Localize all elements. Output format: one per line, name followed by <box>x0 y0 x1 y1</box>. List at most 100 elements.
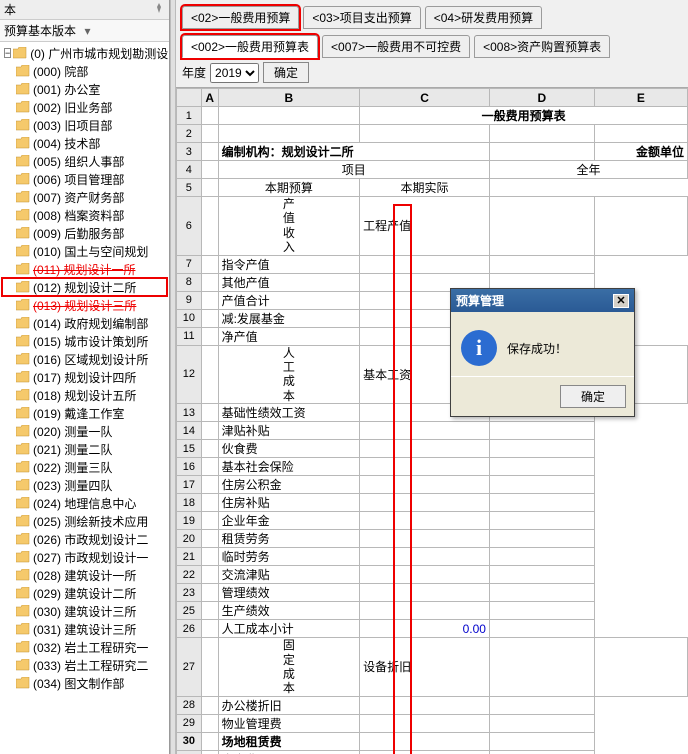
tree-folder[interactable]: (003) 旧项目部 <box>2 116 167 134</box>
budget-cell[interactable] <box>489 197 594 256</box>
item-cell[interactable]: 水电费 <box>218 750 360 754</box>
tree-folder[interactable]: (010) 国土与空间规划 <box>2 242 167 260</box>
tree-folder[interactable]: (005) 组织人事部 <box>2 152 167 170</box>
tree-folder[interactable]: (018) 规划设计五所 <box>2 386 167 404</box>
item-cell[interactable]: 交流津贴 <box>218 566 360 584</box>
item-cell[interactable]: 减:发展基金 <box>218 309 360 327</box>
item-cell[interactable]: 租赁劳务 <box>218 530 360 548</box>
tree-root[interactable]: −(0) 广州市城市规划勘测设 <box>2 44 167 62</box>
actual-cell[interactable] <box>594 197 687 256</box>
item-cell[interactable]: 基础性绩效工资 <box>218 404 360 422</box>
col-header[interactable]: C <box>360 89 490 107</box>
item-cell[interactable]: 伙食费 <box>218 440 360 458</box>
item-cell[interactable]: 其他产值 <box>218 273 360 291</box>
confirm-button[interactable]: 确定 <box>263 62 309 83</box>
item-cell[interactable]: 临时劳务 <box>218 548 360 566</box>
actual-cell[interactable] <box>489 566 594 584</box>
year-select[interactable]: 2019 <box>210 63 259 83</box>
tree-folder[interactable]: (014) 政府规划编制部 <box>2 314 167 332</box>
tree-folder[interactable]: (011) 规划设计一所 <box>2 260 167 278</box>
actual-cell[interactable] <box>489 750 594 754</box>
budget-cell[interactable] <box>360 750 490 754</box>
tree-folder[interactable]: (006) 项目管理部 <box>2 170 167 188</box>
actual-cell[interactable] <box>489 476 594 494</box>
item-cell[interactable]: 企业年金 <box>218 512 360 530</box>
actual-cell[interactable] <box>489 530 594 548</box>
actual-cell[interactable] <box>489 440 594 458</box>
tree-folder[interactable]: (013) 规划设计三所 <box>2 296 167 314</box>
tree-folder[interactable]: (017) 规划设计四所 <box>2 368 167 386</box>
tree-folder[interactable]: (020) 测量一队 <box>2 422 167 440</box>
actual-cell[interactable] <box>489 602 594 620</box>
tree-folder[interactable]: (021) 测量二队 <box>2 440 167 458</box>
tab-sub[interactable]: <008>资产购置预算表 <box>474 35 610 58</box>
tree-folder[interactable]: (015) 城市设计策划所 <box>2 332 167 350</box>
tree-folder[interactable]: (024) 地理信息中心 <box>2 494 167 512</box>
actual-cell[interactable] <box>489 548 594 566</box>
tree-folder[interactable]: (023) 测量四队 <box>2 476 167 494</box>
tree-folder[interactable]: (027) 市政规划设计一 <box>2 548 167 566</box>
tree-folder[interactable]: (004) 技术部 <box>2 134 167 152</box>
ok-button[interactable]: 确定 <box>560 385 626 408</box>
actual-cell[interactable] <box>489 255 594 273</box>
budget-cell[interactable] <box>360 494 490 512</box>
budget-cell[interactable] <box>360 566 490 584</box>
budget-cell[interactable] <box>360 584 490 602</box>
actual-cell[interactable] <box>594 638 687 697</box>
actual-cell[interactable] <box>489 732 594 750</box>
col-header[interactable]: D <box>489 89 594 107</box>
budget-cell[interactable] <box>360 422 490 440</box>
tree-folder[interactable]: (007) 资产财务部 <box>2 188 167 206</box>
col-header[interactable]: B <box>218 89 360 107</box>
budget-cell[interactable] <box>360 458 490 476</box>
tree-folder[interactable]: (002) 旧业务部 <box>2 98 167 116</box>
item-cell[interactable]: 基本社会保险 <box>218 458 360 476</box>
item-cell[interactable]: 管理绩效 <box>218 584 360 602</box>
item-cell[interactable]: 指令产值 <box>218 255 360 273</box>
tab-top[interactable]: <04>研发费用预算 <box>425 6 542 29</box>
item-cell[interactable]: 工程产值 <box>360 197 490 256</box>
tab-sub[interactable]: <007>一般费用不可控费 <box>322 35 470 58</box>
item-cell[interactable]: 津贴补贴 <box>218 422 360 440</box>
actual-cell[interactable] <box>489 620 594 638</box>
budget-cell[interactable] <box>360 476 490 494</box>
col-header[interactable]: E <box>594 89 687 107</box>
version-dropdown[interactable]: 预算基本版本 ▾ <box>0 20 169 42</box>
item-cell[interactable]: 生产绩效 <box>218 602 360 620</box>
tab-sub[interactable]: <002>一般费用预算表 <box>182 35 318 58</box>
budget-cell[interactable] <box>360 440 490 458</box>
tab-top[interactable]: <02>一般费用预算 <box>182 6 299 29</box>
tree-folder[interactable]: (016) 区域规划设计所 <box>2 350 167 368</box>
item-cell[interactable]: 人工成本小计 <box>218 620 360 638</box>
tree-folder[interactable]: (025) 测绘新技术应用 <box>2 512 167 530</box>
tree-folder[interactable]: (033) 岩土工程研究二 <box>2 656 167 674</box>
budget-cell[interactable] <box>360 602 490 620</box>
budget-cell[interactable] <box>360 512 490 530</box>
tree-folder[interactable]: (034) 图文制作部 <box>2 674 167 692</box>
tree-folder[interactable]: (000) 院部 <box>2 62 167 80</box>
tree-folder[interactable]: (032) 岩土工程研究一 <box>2 638 167 656</box>
tree-folder[interactable]: (009) 后勤服务部 <box>2 224 167 242</box>
tree-folder[interactable]: (026) 市政规划设计二 <box>2 530 167 548</box>
budget-cell[interactable] <box>360 714 490 732</box>
actual-cell[interactable] <box>489 512 594 530</box>
item-cell[interactable]: 净产值 <box>218 327 360 345</box>
budget-cell[interactable] <box>360 255 490 273</box>
item-cell[interactable]: 产值合计 <box>218 291 360 309</box>
budget-cell[interactable] <box>360 530 490 548</box>
actual-cell[interactable] <box>489 422 594 440</box>
tree-folder[interactable]: (019) 戴逢工作室 <box>2 404 167 422</box>
tab-top[interactable]: <03>项目支出预算 <box>303 6 420 29</box>
pin-icon[interactable] <box>153 2 165 17</box>
budget-cell[interactable] <box>489 638 594 697</box>
item-cell[interactable]: 物业管理费 <box>218 714 360 732</box>
tree-folder[interactable]: (031) 建筑设计三所 <box>2 620 167 638</box>
tree-folder[interactable]: (029) 建筑设计二所 <box>2 584 167 602</box>
actual-cell[interactable] <box>489 696 594 714</box>
tree-folder[interactable]: (022) 测量三队 <box>2 458 167 476</box>
actual-cell[interactable] <box>489 494 594 512</box>
tree-folder[interactable]: (001) 办公室 <box>2 80 167 98</box>
budget-cell[interactable]: 0.00 <box>360 620 490 638</box>
tree-folder[interactable]: (030) 建筑设计三所 <box>2 602 167 620</box>
close-icon[interactable]: ✕ <box>613 294 629 308</box>
